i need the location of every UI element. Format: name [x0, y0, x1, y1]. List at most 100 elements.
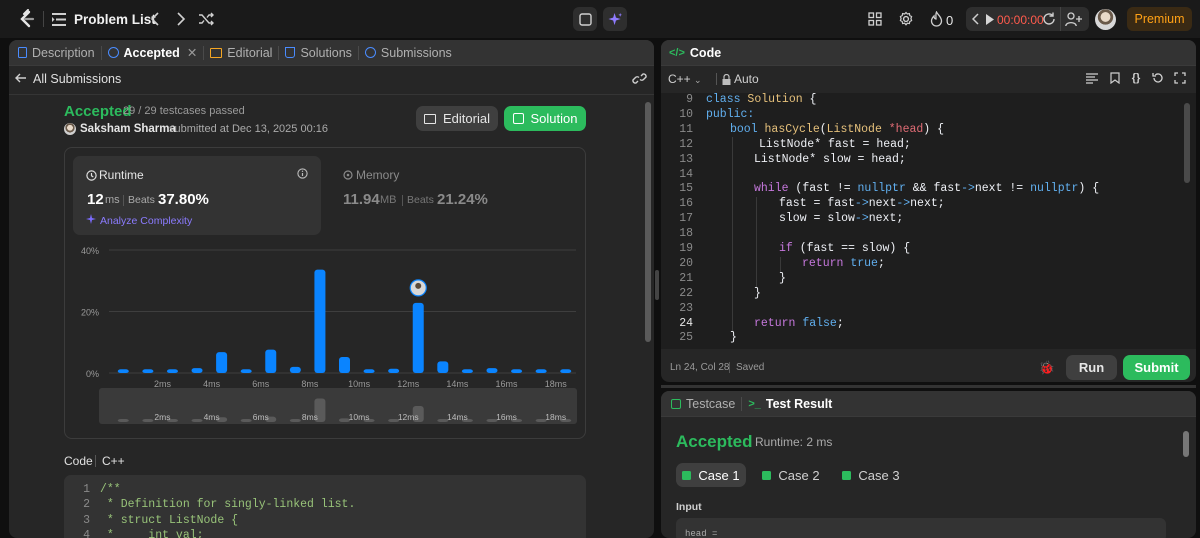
grid-icon[interactable] [867, 11, 883, 27]
distribution-bar[interactable] [437, 361, 449, 373]
case-3-tab[interactable]: Case 3 [836, 463, 906, 487]
case-2-tab[interactable]: Case 2 [756, 463, 826, 487]
accepted-icon [107, 47, 119, 58]
vertical-splitter[interactable] [655, 270, 659, 300]
tab-description[interactable]: Description [9, 46, 101, 60]
distribution-bar[interactable] [363, 369, 375, 373]
minimap-tick-label: 2ms [154, 412, 170, 422]
distribution-bar[interactable] [216, 352, 228, 373]
result-scrollbar[interactable] [1183, 431, 1189, 457]
problem-list-icon[interactable] [52, 12, 66, 26]
submitter-name[interactable]: Saksham Sharma [80, 123, 176, 135]
tab-accepted[interactable]: Accepted ✕ [102, 45, 204, 60]
tab-submissions[interactable]: Submissions [359, 46, 458, 60]
code-line-24: return false; [754, 316, 844, 330]
flask-icon [285, 47, 296, 58]
fullscreen-icon[interactable] [1173, 71, 1187, 85]
leetcode-logo-icon[interactable] [16, 9, 36, 29]
history-icon [364, 47, 376, 58]
panel-scrollbar[interactable] [645, 102, 651, 342]
back-arrow-icon[interactable] [15, 72, 27, 84]
streak-fire-icon[interactable] [929, 11, 943, 27]
avatar[interactable] [1095, 9, 1116, 30]
submit-button[interactable]: Submit [1123, 355, 1190, 380]
timer-reset-icon[interactable] [1041, 11, 1057, 27]
distribution-bar[interactable] [265, 349, 277, 373]
tab-solutions[interactable]: Solutions [279, 46, 357, 60]
close-tab-icon[interactable]: ✕ [187, 45, 197, 60]
distribution-bar[interactable] [461, 369, 473, 373]
divider [716, 73, 717, 85]
horizontal-splitter[interactable] [661, 385, 1196, 388]
autocomplete-mode[interactable]: Auto [734, 72, 759, 86]
prev-problem-icon[interactable] [147, 10, 163, 28]
code-editor[interactable]: 9 10 11 12 13 14 15 16 17 18 19 20 21 22 23 24 25 class … [661, 93, 1196, 349]
format-icon[interactable] [1085, 71, 1099, 85]
distribution-bar[interactable] [339, 357, 350, 373]
timer-display[interactable]: 00:00:00 [997, 13, 1044, 27]
distribution-bar[interactable] [412, 302, 424, 373]
minimap-tick-label: 12ms [398, 412, 419, 422]
next-problem-icon[interactable] [173, 10, 189, 28]
tab-test-result[interactable]: >_ Test Result [742, 397, 838, 411]
code-text: * struct ListNode { [100, 513, 239, 527]
distribution-bar[interactable] [560, 369, 572, 373]
debug-bug-icon[interactable]: 🐞 [1039, 360, 1055, 376]
reset-code-icon[interactable] [1151, 71, 1165, 85]
editor-scrollbar[interactable] [1184, 103, 1190, 183]
run-button[interactable]: Run [1066, 355, 1117, 380]
premium-button[interactable]: Premium [1127, 7, 1192, 31]
settings-gear-icon[interactable] [898, 11, 914, 27]
timer-collapse-icon[interactable] [970, 12, 980, 26]
minimap-tick-label: 4ms [204, 412, 220, 422]
distribution-bar[interactable] [486, 368, 498, 373]
minimap-bar [117, 419, 129, 422]
code-line-19: if (fast == slow) { [779, 242, 911, 255]
submission-status: Accepted [64, 103, 132, 120]
timer-play-icon[interactable] [984, 13, 994, 25]
memory-value: 11.94 [343, 191, 380, 208]
code-line-17: slow = slow->next; [779, 212, 904, 226]
all-submissions-link[interactable]: All Submissions [33, 72, 121, 86]
distribution-bar[interactable] [117, 369, 129, 373]
distribution-bar[interactable] [191, 368, 203, 373]
distribution-bar[interactable] [511, 369, 523, 373]
clock-icon [85, 169, 97, 181]
case-1-tab[interactable]: Case 1 [676, 463, 746, 487]
distribution-bar[interactable] [142, 369, 154, 373]
memory-unit: MB [380, 194, 397, 206]
layout-toggle-button[interactable] [573, 7, 597, 31]
language-select[interactable]: C++ ⌄ [668, 72, 702, 86]
bookmark-icon[interactable] [1108, 71, 1122, 85]
distribution-bar[interactable] [388, 368, 400, 373]
editorial-button[interactable]: Editorial [416, 106, 498, 131]
user-avatar [64, 123, 76, 135]
distribution-bar[interactable] [535, 369, 547, 373]
user-avatar-marker-face [415, 282, 422, 289]
ai-sparkle-button[interactable] [603, 7, 627, 31]
tab-code[interactable]: </> Code [661, 46, 727, 60]
distribution-bar[interactable] [289, 366, 301, 373]
add-user-icon[interactable] [1065, 11, 1083, 27]
analyze-complexity-link[interactable]: Analyze Complexity [100, 215, 192, 227]
problem-list-link[interactable]: Problem List [74, 12, 156, 27]
submitted-code-block[interactable]: 1 /** 2 * Definition for singly-linked lis… [64, 475, 586, 538]
code-line-16: fast = fast->next->next; [779, 197, 945, 211]
distribution-bar[interactable] [166, 369, 178, 373]
distribution-bar[interactable] [314, 269, 326, 373]
code-text: * int val; [100, 528, 204, 538]
distribution-bar[interactable] [240, 369, 252, 373]
shuffle-icon[interactable] [198, 11, 214, 27]
tab-editorial[interactable]: Editorial [204, 46, 278, 60]
braces-icon[interactable]: {} [1129, 71, 1143, 85]
share-link-icon[interactable] [631, 71, 647, 85]
info-icon[interactable] [296, 167, 308, 179]
minimap-tick-label: 8ms [302, 412, 318, 422]
code-label: Code [64, 454, 93, 468]
runtime-beats-label: Beats [128, 194, 155, 206]
description-icon [18, 47, 27, 58]
solution-button[interactable]: Solution [504, 106, 586, 131]
submitted-code-line: 4 * int val; [64, 528, 204, 538]
runtime-distribution-chart[interactable]: 40% 20% 0% 2ms 4ms 6ms 8ms 10ms 12ms 14ms 16ms 18ms… [64, 240, 586, 440]
tab-testcase[interactable]: Testcase [661, 397, 741, 411]
